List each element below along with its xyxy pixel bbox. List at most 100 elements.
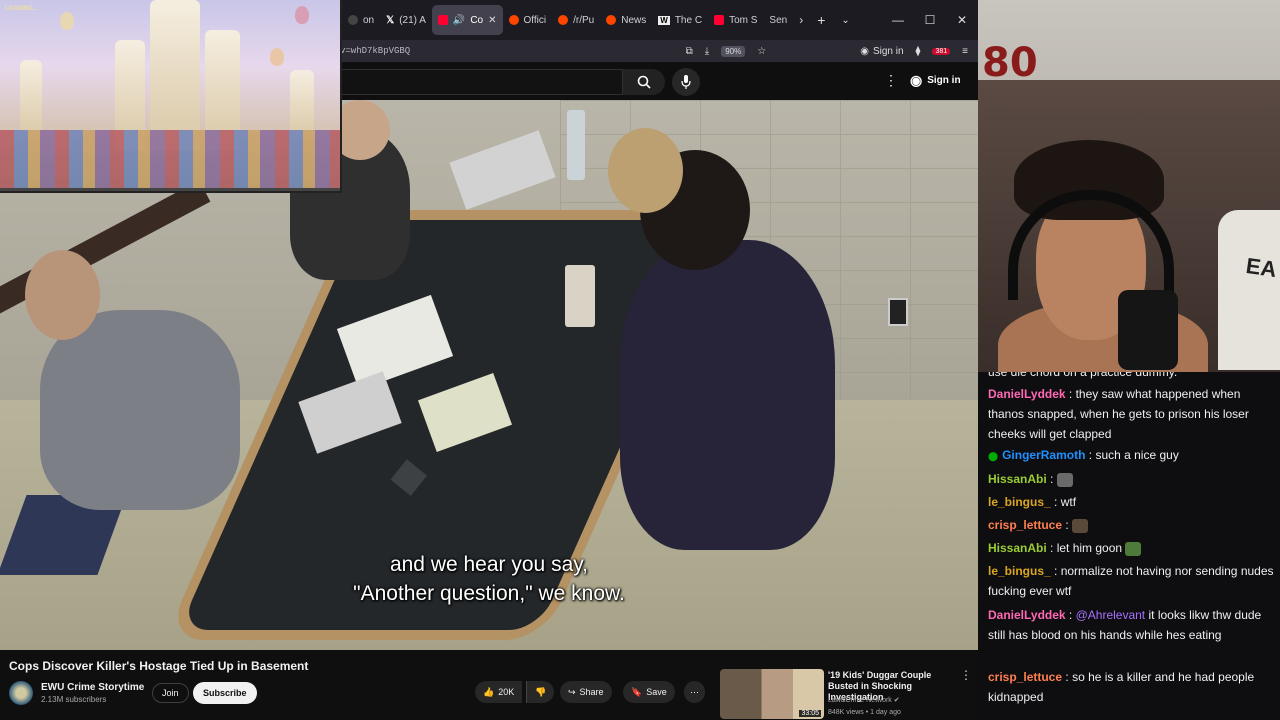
new-tab-icon[interactable]: + — [817, 12, 825, 28]
tab-1[interactable]: 𝕏 (21) A — [380, 5, 432, 35]
chat-message: crisp_lettuce : — [988, 515, 1276, 535]
tab-8[interactable]: Sen — [763, 5, 793, 35]
chat-message-partial: use die chord on a practice dummy. — [988, 372, 1178, 379]
extension-badge[interactable]: 381 — [932, 47, 951, 55]
join-button[interactable]: Join — [152, 683, 189, 703]
account-icon[interactable]: ◉ — [860, 46, 869, 57]
thumbs-down-icon: 👎 — [535, 686, 547, 697]
microphone-icon — [681, 75, 691, 89]
chat-username[interactable]: crisp_lettuce — [988, 670, 1062, 684]
subscriber-count: 2.13M subscribers — [41, 695, 107, 704]
share-button[interactable]: ↪ Share — [560, 681, 612, 703]
pip-tower — [150, 0, 200, 150]
caption-line-1: and we hear you say, — [389, 553, 589, 576]
search-icon — [637, 75, 651, 89]
chat-panel: use die chord on a practice dummy. Danie… — [978, 372, 1280, 720]
wikipedia-icon: W — [658, 15, 670, 25]
menu-hamburger-icon[interactable]: ≡ — [962, 46, 968, 57]
x-logo-icon: 𝕏 — [386, 14, 395, 26]
recommended-more-icon[interactable]: ⋮ — [960, 668, 972, 682]
chat-username[interactable]: le_bingus_ — [988, 495, 1051, 509]
chat-username[interactable]: crisp_lettuce — [988, 518, 1062, 532]
like-button[interactable]: 👍 20K — [475, 681, 523, 703]
minimize-icon[interactable]: — — [882, 0, 914, 40]
tab-active[interactable]: 🔊 Co ✕ — [431, 5, 503, 35]
url-text[interactable]: v=whD7kBpVGBQ — [340, 46, 410, 56]
pip-loading-label: LOADING... — [5, 6, 38, 12]
like-count: 20K — [498, 687, 515, 697]
tab-7[interactable]: Tom S — [708, 5, 763, 35]
recommended-thumbnail[interactable]: 33:05 — [720, 669, 824, 719]
chat-username[interactable]: GingerRamoth — [1002, 448, 1085, 462]
close-tab-icon[interactable]: ✕ — [488, 15, 496, 26]
tab-scroll-right-icon[interactable]: › — [799, 13, 803, 27]
dislike-button[interactable]: 👎 — [526, 681, 555, 703]
tab-list-icon[interactable]: ⌄ — [841, 15, 849, 26]
chat-username[interactable]: DanielLyddek — [988, 608, 1066, 622]
share-arrow-icon: ↪ — [568, 686, 576, 697]
more-options-icon[interactable]: ⋮ — [884, 72, 898, 89]
video-bottle — [567, 110, 585, 180]
youtube-signin-button[interactable]: ◉ Sign in — [910, 72, 961, 89]
pip-video-overlay[interactable]: LOADING... — [0, 0, 342, 193]
emote-icon — [1056, 472, 1073, 487]
save-label: Save — [646, 687, 667, 697]
video-person-right — [620, 240, 835, 550]
maximize-icon[interactable]: ☐ — [914, 0, 946, 40]
zoom-level[interactable]: 90% — [721, 45, 746, 57]
chat-message: le_bingus_ : normalize not having nor se… — [988, 564, 1274, 598]
pip-progress-bar — [0, 188, 340, 191]
tab-0[interactable]: on — [342, 5, 380, 35]
emote-icon — [1072, 518, 1089, 533]
picture-in-picture-icon[interactable]: ⧉ — [686, 46, 693, 57]
video-watermark: ◆ — [387, 444, 430, 504]
tab-label: (21) A — [399, 14, 426, 26]
tab-label: Offici — [523, 14, 547, 26]
video-cup — [565, 265, 595, 327]
save-button[interactable]: 🔖 Save — [623, 681, 675, 703]
emote-icon — [1125, 541, 1142, 556]
pip-balloon — [295, 6, 309, 24]
extensions-icon[interactable]: ⧫ — [916, 46, 921, 57]
video-person-left — [40, 310, 240, 510]
chat-username[interactable]: HissanAbi — [988, 472, 1047, 486]
chat-mention[interactable]: @Ahrelevant — [1076, 608, 1146, 622]
recommended-channel: Law&Crime Network ✔ — [828, 696, 900, 704]
caption-line-2: "Another question," we know. — [353, 582, 625, 605]
tab-label: Tom S — [729, 14, 758, 26]
chat-message: le_bingus_ : wtf — [988, 495, 1077, 509]
recommended-views: 848K views • 1 day ago — [828, 709, 901, 716]
pip-tower — [20, 60, 42, 140]
chat-message: ⬤ GingerRamoth : such a nice guy — [988, 448, 1179, 462]
chat-username[interactable]: DanielLyddek — [988, 387, 1066, 401]
tab-5[interactable]: News — [600, 5, 652, 35]
tab-3[interactable]: Offici — [503, 5, 553, 35]
more-actions-button[interactable]: ⋯ — [684, 681, 705, 703]
browser-signin[interactable]: Sign in — [873, 46, 904, 57]
channel-avatar[interactable] — [9, 681, 33, 705]
download-page-icon[interactable]: ⤓ — [705, 46, 709, 57]
reddit-icon — [558, 15, 569, 25]
tab-6[interactable]: W The C — [652, 5, 708, 35]
search-input[interactable] — [340, 69, 623, 95]
search-button[interactable] — [623, 69, 665, 95]
chat-message: DanielLyddek : they saw what happened wh… — [988, 387, 1249, 441]
video-person-left-head — [25, 250, 100, 340]
pip-city-roofs — [0, 130, 340, 191]
voice-search-button[interactable] — [672, 68, 700, 96]
bookmark-star-icon[interactable]: ☆ — [757, 46, 766, 57]
subscribe-button[interactable]: Subscribe — [193, 682, 257, 704]
chat-username[interactable]: le_bingus_ — [988, 564, 1051, 578]
chat-text: such a nice guy — [1095, 448, 1179, 462]
chat-message: HissanAbi : let him goon — [988, 538, 1276, 558]
window-controls: — ☐ ✕ — [882, 0, 978, 40]
thumbs-up-icon: 👍 — [483, 686, 495, 697]
channel-name[interactable]: EWU Crime Storytime — [41, 682, 144, 693]
chat-text: wtf — [1060, 495, 1077, 509]
reddit-icon — [508, 15, 519, 25]
account-circle-icon: ◉ — [910, 72, 923, 88]
close-window-icon[interactable]: ✕ — [946, 0, 978, 40]
chat-username[interactable]: HissanAbi — [988, 541, 1047, 555]
video-title: Cops Discover Killer's Hostage Tied Up i… — [9, 659, 309, 673]
tab-4[interactable]: /r/Pu — [552, 5, 600, 35]
